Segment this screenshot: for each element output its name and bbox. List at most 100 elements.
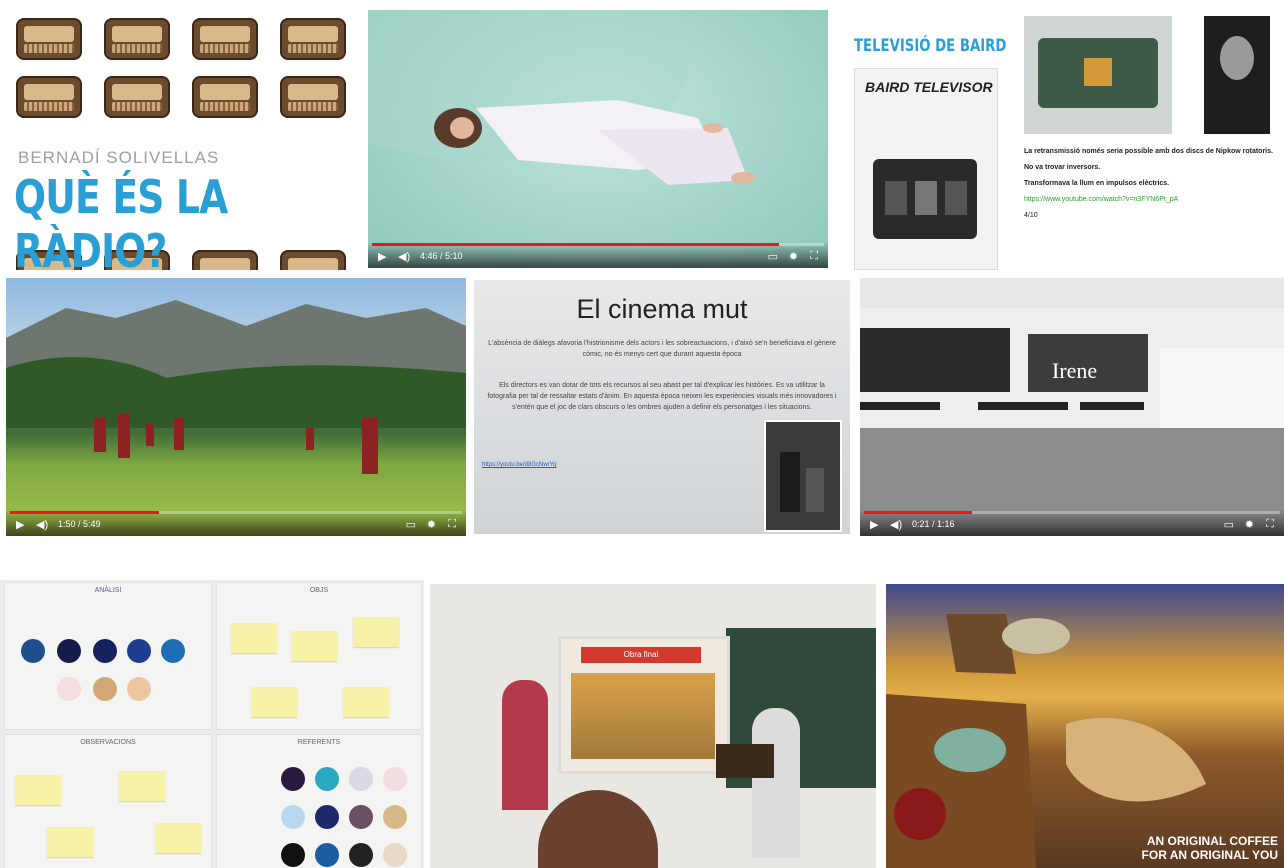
sticky-note (119, 771, 165, 801)
slide-body: La retransmissió només seria possible am… (1024, 146, 1274, 222)
video-meadow-tile[interactable]: ▶ ◀) 1:50 / 5:49 ▭ ✹ ⛶ (6, 278, 466, 536)
chaplin-photo (764, 420, 842, 532)
colour-sample (161, 639, 185, 663)
baird-portrait (1204, 16, 1270, 134)
settings-icon[interactable]: ✹ (427, 518, 436, 531)
tagline-line: FOR AN ORIGINAL YOU (1141, 848, 1278, 862)
schoolyard-scene (860, 278, 1284, 536)
colour-sample (93, 639, 117, 663)
classroom-photo-tile[interactable]: Obra final (430, 584, 876, 868)
colour-sample (349, 805, 373, 829)
cinema-mut-slide-tile[interactable]: El cinema mut L'absència de diàlegs afav… (474, 280, 850, 534)
panel-objectius: OBJS (216, 582, 422, 730)
video-irene-tile[interactable]: Irene ▶ ◀) 0:21 / 1:16 ▭ ✹ ⛶ (860, 278, 1284, 536)
colour-sample (281, 767, 305, 791)
settings-icon[interactable]: ✹ (789, 250, 798, 263)
sticky-note (155, 823, 201, 853)
dali-coffee-ad-tile[interactable]: AN ORIGINAL COFFEE FOR AN ORIGINAL YOU (886, 584, 1284, 868)
slide-title: TELEVISIÓ DE BAIRD (854, 36, 1007, 56)
poster-board (716, 744, 774, 778)
sticky-note (15, 775, 61, 805)
volume-icon[interactable]: ◀) (398, 250, 410, 263)
student-presenter (502, 680, 548, 810)
play-icon[interactable]: ▶ (16, 518, 24, 531)
colour-sample (383, 805, 407, 829)
colour-sample (281, 843, 305, 867)
colour-sample (127, 677, 151, 701)
whiteboard-photo-tile[interactable]: ANÀLISI OBJS OBSERVACIONS REFERENTS (0, 580, 424, 868)
play-icon[interactable]: ▶ (378, 250, 386, 263)
radio-icon (280, 76, 346, 118)
dali-painting (886, 614, 1206, 868)
panel-heading: REFERENTS (297, 739, 341, 746)
student-presenter (752, 708, 800, 858)
video-progress-bar[interactable] (10, 511, 462, 514)
slide-number: 4/10 (1024, 212, 1038, 219)
radio-icon (16, 18, 82, 60)
slide-title: El cinema mut (576, 294, 748, 324)
slide-paragraph: L'absència de diàlegs afavoria l'histrio… (488, 340, 836, 358)
fullscreen-icon[interactable]: ⛶ (448, 518, 456, 531)
sticky-note (343, 687, 389, 717)
sticky-note (291, 631, 337, 661)
fullscreen-icon[interactable]: ⛶ (810, 250, 818, 263)
radio-icon (192, 76, 258, 118)
radio-icon (192, 18, 258, 60)
tagline-line: AN ORIGINAL COFFEE (1146, 834, 1278, 848)
video-progress-bar[interactable] (372, 243, 824, 246)
body-line: No va trovar inversors. (1024, 164, 1101, 171)
subtitles-icon[interactable]: ▭ (768, 250, 778, 263)
colour-sample (57, 639, 81, 663)
student-head (538, 790, 658, 868)
youtube-link[interactable]: https://www.youtube.com/watch?v=n3FYN6Pt… (1024, 194, 1274, 206)
radio-slide-tile[interactable]: BERNADÍ SOLIVELLAS QUÈ ÉS LA RÀDIO? (0, 0, 360, 270)
subtitles-icon[interactable]: ▭ (1224, 518, 1234, 531)
slide-paragraph: Els directors es van dotar de tots els r… (487, 382, 837, 411)
radio-icon (16, 76, 82, 118)
play-icon[interactable]: ▶ (870, 518, 878, 531)
ad-tagline: AN ORIGINAL COFFEE FOR AN ORIGINAL YOU (1142, 834, 1278, 862)
radio-icon (280, 18, 346, 60)
sticky-note (231, 623, 277, 653)
video-time: 0:21 / 1:16 (912, 519, 955, 529)
colour-sample (315, 843, 339, 867)
colour-sample (315, 805, 339, 829)
baird-advertisement: BAIRD TELEVISOR (854, 68, 998, 270)
colour-sample (349, 843, 373, 867)
floating-woman-scene (368, 10, 755, 185)
video-time: 1:50 / 5:49 (58, 519, 101, 529)
ad-title: BAIRD TELEVISOR (865, 79, 993, 95)
colour-sample (281, 805, 305, 829)
video-floating-tile[interactable]: ▶ ◀) 4:46 / 5:10 ▭ ✹ ⛶ (368, 10, 828, 268)
colour-sample (315, 767, 339, 791)
settings-icon[interactable]: ✹ (1245, 518, 1254, 531)
fullscreen-icon[interactable]: ⛶ (1266, 518, 1274, 531)
sticky-note (251, 687, 297, 717)
panel-analisi: ANÀLISI (4, 582, 212, 730)
meadow-scene (6, 300, 466, 474)
video-time: 4:46 / 5:10 (420, 251, 463, 261)
colour-sample (57, 677, 81, 701)
colour-sample (349, 767, 373, 791)
radio-icon (104, 18, 170, 60)
panel-heading: OBSERVACIONS (80, 739, 136, 746)
televisor-photo (1024, 16, 1172, 134)
projector-screen: Obra final (558, 636, 730, 774)
video-overlay-text: Irene (1052, 358, 1098, 383)
colour-sample (383, 767, 407, 791)
volume-icon[interactable]: ◀) (36, 518, 48, 531)
youtube-link[interactable]: https://youtu.be/d8GcNwrYq (482, 462, 557, 468)
panel-referents: REFERENTS (216, 734, 422, 868)
televisor-image (873, 159, 977, 239)
colour-sample (127, 639, 151, 663)
body-line: La retransmissió només seria possible am… (1024, 148, 1273, 155)
colour-sample (21, 639, 45, 663)
subtitles-icon[interactable]: ▭ (406, 518, 416, 531)
video-progress-bar[interactable] (864, 511, 1280, 514)
body-line: Transformava la llum en impulsos elèctri… (1024, 180, 1170, 187)
slide-author: BERNADÍ SOLIVELLAS (18, 148, 220, 167)
baird-slide-tile[interactable]: TELEVISIÓ DE BAIRD BAIRD TELEVISOR La re… (848, 10, 1278, 272)
colour-sample (383, 843, 407, 867)
slide-title: QUÈ ÉS LA RÀDIO? (14, 170, 228, 270)
volume-icon[interactable]: ◀) (890, 518, 902, 531)
